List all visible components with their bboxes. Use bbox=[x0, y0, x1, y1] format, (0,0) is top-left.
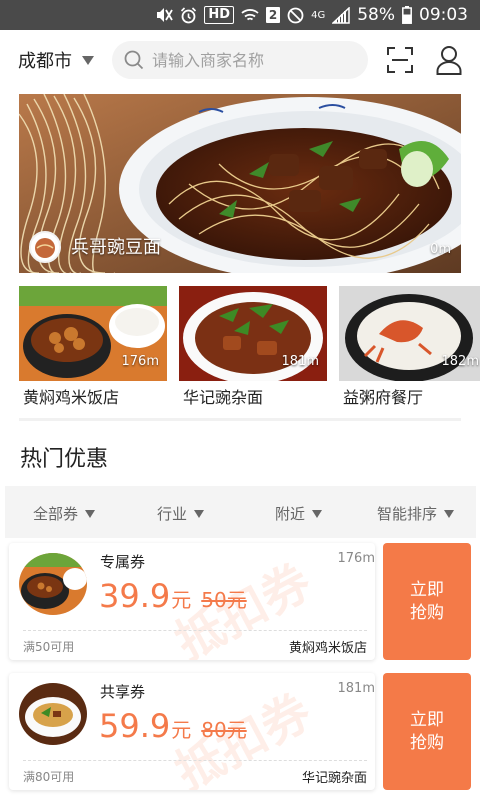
coupon-price-value: 59.9 bbox=[99, 707, 171, 745]
coupon-shop-name: 华记豌杂面 bbox=[301, 771, 367, 786]
dashed-divider bbox=[23, 760, 367, 761]
coupon-item: 专属券 176m 39.9 元 50元 抵扣券 满50可用 黄焖鸡米饭店 立即抢… bbox=[9, 543, 471, 660]
shop-photo: 181m bbox=[179, 286, 327, 381]
shop-card[interactable]: 181m 华记豌杂面 bbox=[179, 286, 327, 408]
network-type: 4G bbox=[311, 9, 326, 21]
coupon-rule: 满50可用 bbox=[23, 640, 75, 654]
coupon-original-price: 50元 bbox=[201, 588, 247, 612]
alarm-icon bbox=[180, 6, 197, 24]
dnd-icon bbox=[287, 7, 304, 24]
nearby-shop-list: 176m 黄焖鸡米饭店 181m 华记豌杂面 182m 益粥府餐厅 bbox=[19, 286, 480, 408]
grab-now-label: 立即抢购 bbox=[410, 709, 444, 753]
clock: 09:03 bbox=[419, 5, 468, 25]
coupon-price-value: 39.9 bbox=[99, 577, 171, 615]
wifi-icon bbox=[241, 8, 259, 23]
coupon-distance: 181m bbox=[337, 681, 375, 696]
shop-photo: 182m bbox=[339, 286, 480, 381]
coupon-original-price: 80元 bbox=[201, 718, 247, 742]
filter-label: 附近 bbox=[275, 505, 306, 523]
user-icon[interactable] bbox=[436, 45, 462, 75]
coupon-type: 共享券 bbox=[100, 683, 146, 701]
coupon-distance: 176m bbox=[337, 551, 375, 566]
coupon-shop-photo bbox=[19, 683, 87, 745]
coupon-type: 专属券 bbox=[100, 553, 146, 571]
filter-label: 行业 bbox=[157, 505, 188, 523]
city-selector[interactable]: 成都市 bbox=[18, 47, 94, 73]
featured-banner[interactable]: 兵哥豌豆面 0m bbox=[19, 94, 461, 273]
shop-name: 华记豌杂面 bbox=[183, 388, 264, 407]
sim-badge: 2 bbox=[266, 7, 281, 23]
shop-card[interactable]: 176m 黄焖鸡米饭店 bbox=[19, 286, 167, 408]
section-title: 热门优惠 bbox=[20, 447, 109, 472]
coupon-price: 59.9 元 80元 bbox=[99, 707, 247, 745]
coupon-price-unit: 元 bbox=[171, 718, 192, 742]
search-input[interactable] bbox=[152, 50, 352, 70]
battery-icon bbox=[402, 6, 412, 24]
battery-percent: 58% bbox=[357, 5, 395, 25]
coupon-price: 39.9 元 50元 bbox=[99, 577, 247, 615]
banner-distance: 0m bbox=[430, 242, 451, 257]
caret-down-icon bbox=[82, 55, 94, 65]
top-bar: 成都市 bbox=[0, 30, 480, 90]
filter-label: 全部券 bbox=[33, 505, 79, 523]
signal-icon bbox=[332, 6, 350, 24]
coupon-rule: 满80可用 bbox=[23, 770, 75, 784]
search-bar[interactable] bbox=[112, 41, 368, 79]
filter-industry[interactable]: 行业 bbox=[157, 503, 205, 524]
filter-smart-sort[interactable]: 智能排序 bbox=[377, 503, 455, 524]
shop-name: 黄焖鸡米饭店 bbox=[23, 388, 120, 407]
mute-icon bbox=[155, 7, 174, 23]
filter-all-coupons[interactable]: 全部券 bbox=[33, 503, 96, 524]
grab-now-button[interactable]: 立即抢购 bbox=[383, 543, 471, 660]
shop-distance: 176m bbox=[121, 354, 159, 369]
search-icon bbox=[124, 50, 144, 70]
triangle-down-icon bbox=[194, 509, 205, 518]
triangle-down-icon bbox=[444, 509, 455, 518]
banner-shop-name: 兵哥豌豆面 bbox=[71, 237, 161, 258]
dashed-divider bbox=[23, 630, 367, 631]
shop-logo bbox=[29, 231, 61, 263]
status-bar: HD 2 4G 58% 09:03 bbox=[0, 0, 480, 30]
filter-bar: 全部券 行业 附近 智能排序 bbox=[5, 486, 476, 538]
coupon-item: 共享券 181m 59.9 元 80元 抵扣券 满80可用 华记豌杂面 立即抢购 bbox=[9, 673, 471, 790]
triangle-down-icon bbox=[85, 509, 96, 518]
coupon-card[interactable]: 专属券 176m 39.9 元 50元 抵扣券 满50可用 黄焖鸡米饭店 bbox=[9, 543, 375, 660]
grab-now-label: 立即抢购 bbox=[410, 579, 444, 623]
coupon-shop-name: 黄焖鸡米饭店 bbox=[288, 641, 367, 656]
shop-distance: 182m bbox=[441, 354, 479, 369]
filter-label: 智能排序 bbox=[377, 505, 438, 523]
city-label: 成都市 bbox=[18, 51, 72, 72]
coupon-shop-photo bbox=[19, 553, 87, 615]
section-divider bbox=[19, 418, 461, 421]
shop-card[interactable]: 182m 益粥府餐厅 bbox=[339, 286, 480, 408]
coupon-price-unit: 元 bbox=[171, 588, 192, 612]
shop-photo: 176m bbox=[19, 286, 167, 381]
coupon-card[interactable]: 共享券 181m 59.9 元 80元 抵扣券 满80可用 华记豌杂面 bbox=[9, 673, 375, 790]
filter-nearby[interactable]: 附近 bbox=[275, 503, 323, 524]
shop-name: 益粥府餐厅 bbox=[343, 388, 424, 407]
grab-now-button[interactable]: 立即抢购 bbox=[383, 673, 471, 790]
shop-distance: 181m bbox=[281, 354, 319, 369]
hd-badge: HD bbox=[204, 6, 235, 24]
scan-icon[interactable] bbox=[386, 46, 414, 74]
triangle-down-icon bbox=[312, 509, 323, 518]
